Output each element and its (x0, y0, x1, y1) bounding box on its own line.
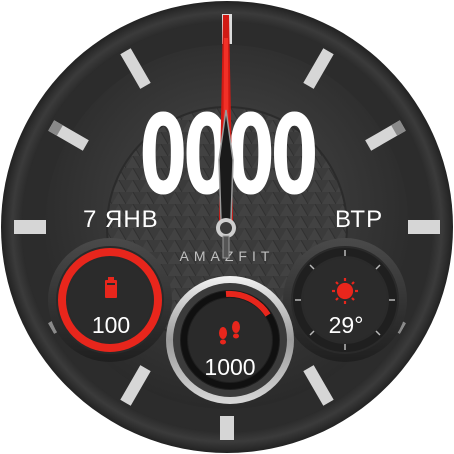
weekday-label: ВТР (335, 206, 384, 233)
steps-value: 1000 (204, 354, 256, 380)
watch-face: 0000 7 ЯНВ ВТР AMAZFIT 100 29° 1000 (0, 0, 454, 454)
battery-value: 100 (91, 312, 131, 338)
date-label: 7 ЯНВ (83, 206, 159, 233)
weather-value: 29° (328, 312, 364, 338)
digital-time: 0000 (139, 91, 319, 219)
brand-logo: AMAZFIT (179, 248, 275, 264)
watch-dial (1, 1, 453, 453)
